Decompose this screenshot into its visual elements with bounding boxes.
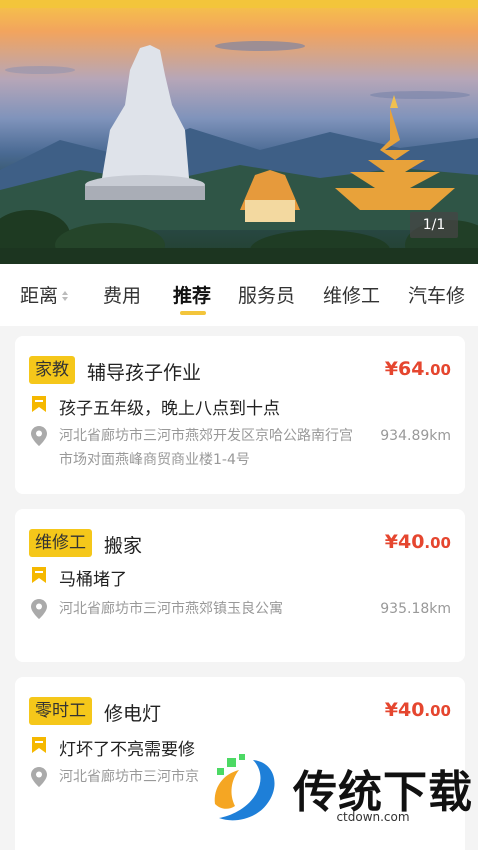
job-card[interactable]: 维修工 搬家 ¥40.00 马桶堵了 河北省廊坊市三河市燕郊镇玉良公寓 935.… bbox=[15, 509, 465, 662]
active-tab-indicator bbox=[180, 311, 206, 315]
tab-repairman[interactable]: 维修工 bbox=[323, 281, 380, 308]
banner-image bbox=[0, 41, 478, 264]
job-price: ¥40.00 bbox=[384, 531, 451, 553]
watermark-logo-icon bbox=[214, 754, 275, 821]
message-flag-icon bbox=[32, 737, 46, 753]
banner-carousel[interactable]: 1/1 bbox=[0, 0, 478, 264]
job-category-tag: 家教 bbox=[29, 356, 75, 384]
job-price: ¥64.00 bbox=[384, 358, 451, 380]
job-card[interactable]: 家教 辅导孩子作业 ¥64.00 孩子五年级，晚上八点到十点 河北省廊坊市三河市… bbox=[15, 336, 465, 494]
sort-arrows-icon bbox=[62, 290, 70, 303]
message-flag-icon bbox=[32, 396, 46, 412]
tab-car-repair[interactable]: 汽车修 bbox=[408, 281, 465, 308]
location-pin-icon bbox=[31, 426, 47, 446]
job-title: 搬家 bbox=[104, 535, 143, 557]
watermark: 传统下载 ctdown.com bbox=[205, 752, 472, 832]
tab-distance[interactable]: 距离 bbox=[20, 281, 70, 308]
filter-tabs: 距离 费用 推荐 服务员 维修工 汽车修 bbox=[0, 264, 478, 326]
tab-recommended[interactable]: 推荐 bbox=[173, 281, 211, 308]
job-distance: 935.18km bbox=[380, 601, 451, 617]
watermark-url: ctdown.com bbox=[336, 810, 410, 824]
job-description: 灯坏了不亮需要修 bbox=[59, 740, 195, 760]
job-description: 孩子五年级，晚上八点到十点 bbox=[59, 399, 280, 419]
job-distance: 934.89km bbox=[380, 428, 451, 444]
tab-waiter[interactable]: 服务员 bbox=[238, 281, 295, 308]
job-title: 辅导孩子作业 bbox=[87, 362, 202, 384]
job-price: ¥40.00 bbox=[384, 699, 451, 721]
job-address: 河北省廊坊市三河市燕郊开发区京哈公路南行宫市场对面燕峰商贸商业楼1-4号 bbox=[59, 428, 353, 468]
job-title: 修电灯 bbox=[104, 703, 162, 725]
job-category-tag: 零时工 bbox=[29, 697, 92, 725]
tab-distance-label: 距离 bbox=[20, 285, 59, 307]
job-category-tag: 维修工 bbox=[29, 529, 92, 557]
location-pin-icon bbox=[31, 599, 47, 619]
job-address: 河北省廊坊市三河市燕郊镇玉良公寓 bbox=[59, 601, 283, 617]
message-flag-icon bbox=[32, 567, 46, 583]
location-pin-icon bbox=[31, 767, 47, 787]
job-description: 马桶堵了 bbox=[59, 570, 127, 590]
banner-page-counter: 1/1 bbox=[410, 212, 458, 238]
tab-cost[interactable]: 费用 bbox=[103, 281, 141, 308]
